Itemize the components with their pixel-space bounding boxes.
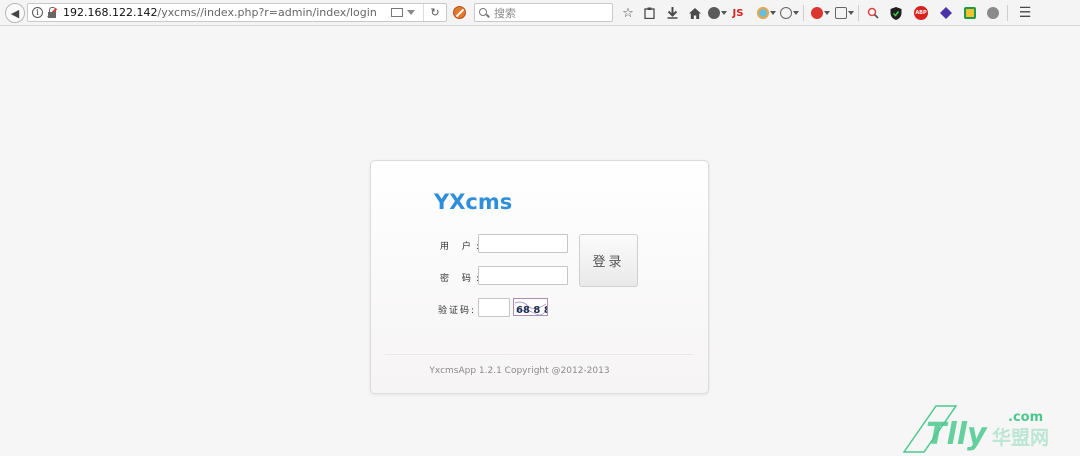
site-watermark: Tlly .com 华盟网 (902, 405, 1049, 453)
toolbar-divider (1007, 5, 1008, 21)
url-text[interactable]: 192.168.122.142/yxcms//index.php?r=admin… (63, 6, 377, 19)
toolbar-divider (858, 5, 859, 21)
captcha-noise: 68 8 8 (514, 301, 551, 316)
addon-red-icon[interactable] (807, 0, 833, 26)
clipboard-icon[interactable] (638, 0, 660, 26)
address-bar[interactable]: i 192.168.122.142/yxcms//index.php?r=adm… (27, 3, 447, 22)
url-actions: ↻ (391, 4, 446, 21)
addon-globe-icon[interactable] (706, 0, 728, 26)
watermark-brand: Tlly (926, 417, 988, 452)
back-button[interactable]: ◀ (5, 3, 25, 23)
info-icon[interactable]: i (32, 7, 43, 18)
back-arrow-icon: ◀ (10, 6, 20, 20)
copyright-text: YxcmsApp 1.2.1 Copyright @2012-2013 (429, 366, 610, 376)
logo: YXcms (434, 190, 513, 214)
addon-palette-icon[interactable] (778, 0, 800, 26)
url-path: /yxcms//index.php?r=admin/index/login (157, 6, 377, 19)
adblock-label: ABP (914, 6, 928, 20)
addon-gray-icon[interactable] (982, 0, 1004, 26)
captcha-image[interactable]: 68 8 8 (513, 298, 551, 316)
reload-icon[interactable]: ↻ (424, 4, 446, 21)
addon-diamond-icon[interactable] (934, 0, 958, 26)
download-icon[interactable] (660, 0, 684, 26)
url-host: 192.168.122.142 (63, 6, 158, 19)
insecure-lock-icon (47, 7, 57, 18)
toolbar-divider (803, 5, 804, 21)
watermark-suffix: .com (1008, 410, 1043, 425)
watermark-site: 华盟网 (992, 426, 1049, 449)
bookmark-star-icon[interactable]: ☆ (618, 0, 638, 26)
menu-icon[interactable]: ☰ (1011, 0, 1039, 26)
reader-view-icon[interactable] (391, 8, 403, 17)
captcha-label: 验证码: (438, 306, 477, 316)
addon-colorful-icon[interactable] (754, 0, 778, 26)
search-placeholder: 搜索 (494, 6, 516, 20)
addon-window-icon[interactable] (833, 0, 855, 26)
adblock-icon[interactable]: ABP (908, 0, 934, 26)
zoom-icon[interactable] (862, 0, 884, 26)
captcha-input[interactable] (478, 298, 510, 317)
home-icon[interactable] (684, 0, 706, 26)
js-toggle-icon[interactable]: JS (728, 0, 748, 26)
password-input[interactable] (478, 266, 568, 285)
username-input[interactable] (478, 234, 568, 253)
panel-divider (385, 354, 693, 355)
search-icon (479, 7, 489, 18)
browser-toolbar: ◀ i 192.168.122.142/yxcms//index.php?r=a… (0, 0, 1080, 26)
shield-icon[interactable] (884, 0, 908, 26)
noscript-icon[interactable] (453, 6, 466, 19)
history-dropdown-icon[interactable] (407, 10, 415, 15)
login-panel: YXcms 用 户: 密 码: 验证码: 68 8 8 登录 YxcmsApp … (370, 160, 709, 394)
login-button[interactable]: 登录 (579, 234, 638, 287)
captcha-text: 68 8 8 (516, 305, 547, 315)
search-bar[interactable]: 搜索 (474, 3, 613, 22)
toolbar-icons: ☆ JS ABP ☰ (618, 0, 1039, 26)
addon-square-icon[interactable] (958, 0, 982, 26)
